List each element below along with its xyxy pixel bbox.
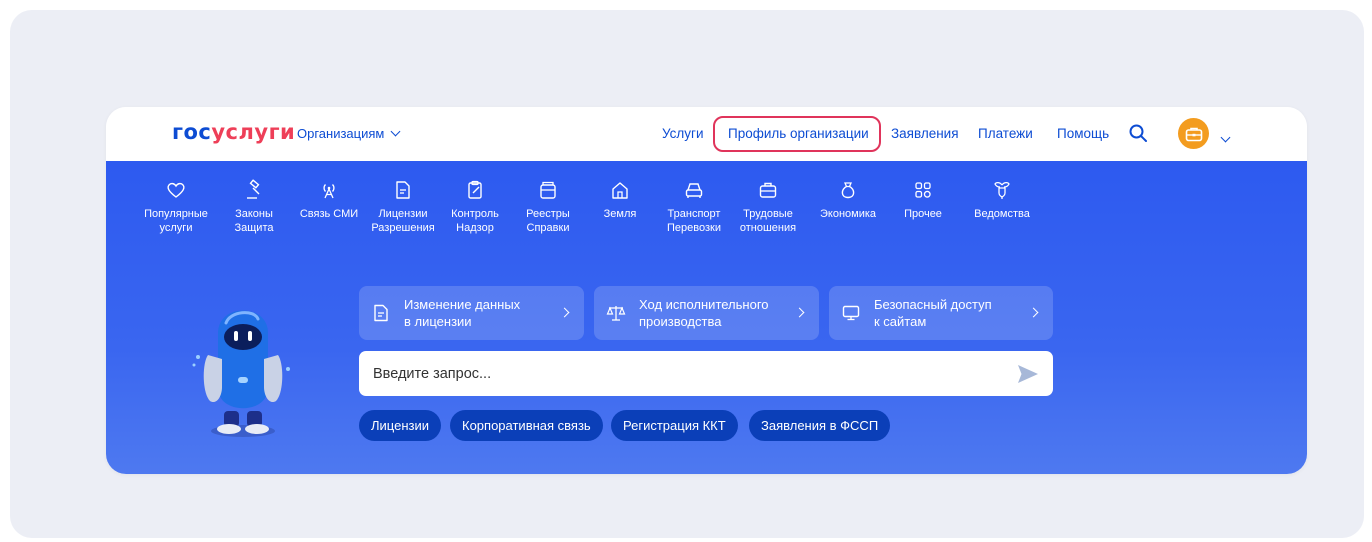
chip-corporate-communication[interactable]: Корпоративная связь <box>450 410 603 441</box>
nav-applications[interactable]: Заявления <box>891 126 959 141</box>
money-bag-icon <box>841 182 855 199</box>
chip-fssp-applications[interactable]: Заявления в ФССП <box>749 410 891 441</box>
category-labor[interactable]: Трудовые отношения <box>723 179 813 235</box>
monitor-icon <box>842 305 860 321</box>
scales-icon <box>606 306 626 321</box>
antenna-icon <box>323 184 335 199</box>
page-background: госуслуги Организациям Услуги Профиль ор… <box>10 10 1364 538</box>
registry-icon <box>540 181 556 199</box>
chip-kkt-registration[interactable]: Регистрация ККТ <box>611 410 738 441</box>
category-agencies[interactable]: Ведомства <box>957 179 1047 221</box>
chevron-right-icon <box>794 307 805 318</box>
clipboard-icon <box>468 180 482 199</box>
quick-link-line: в лицензии <box>404 314 472 329</box>
category-label: отношения <box>739 222 797 234</box>
quick-link-text: Изменение данных в лицензии <box>404 296 520 330</box>
category-label: услуги <box>159 222 193 234</box>
eagle-icon <box>994 181 1010 199</box>
grid-icon <box>915 182 931 198</box>
category-label: Прочее <box>904 208 942 220</box>
robot-mascot-icon <box>192 310 290 437</box>
chevron-down-icon <box>390 126 401 137</box>
services-banner: Популярные услуги Законы Защита Связь СМ… <box>106 161 1307 474</box>
nav-help[interactable]: Помощь <box>1057 126 1109 141</box>
organizations-menu-label: Организациям <box>297 126 385 141</box>
account-menu-toggle[interactable] <box>1219 128 1231 146</box>
car-icon <box>685 183 703 198</box>
search-bar <box>359 351 1053 396</box>
briefcase-icon <box>759 182 777 198</box>
nav-organization-profile[interactable]: Профиль организации <box>728 126 869 141</box>
quick-link-line: Изменение данных <box>404 297 521 312</box>
heart-icon <box>167 182 185 198</box>
send-icon[interactable] <box>1017 364 1039 384</box>
quick-link-enforcement[interactable]: Ход исполнительного производства <box>594 286 819 340</box>
quick-link-line: Безопасный доступ <box>874 297 992 312</box>
organizations-menu[interactable]: Организациям <box>297 126 401 141</box>
house-icon <box>612 182 628 199</box>
gavel-icon <box>247 179 260 199</box>
briefcase-icon <box>1185 127 1202 141</box>
document-icon <box>396 181 410 199</box>
search-icon[interactable] <box>1128 123 1148 143</box>
quick-link-line: Ход исполнительного <box>639 297 769 312</box>
quick-link-line: производства <box>639 314 722 329</box>
gosuslugi-card: госуслуги Организациям Услуги Профиль ор… <box>106 107 1307 474</box>
nav-payments[interactable]: Платежи <box>978 126 1033 141</box>
search-input[interactable] <box>373 351 993 396</box>
category-other[interactable]: Прочее <box>878 179 968 221</box>
category-label: Справки <box>526 222 570 234</box>
logo-part-uslugi: услуги <box>211 120 296 144</box>
site-header: госуслуги Организациям Услуги Профиль ор… <box>106 107 1307 161</box>
logo[interactable]: госуслуги <box>172 120 295 144</box>
quick-link-text: Ход исполнительного производства <box>639 296 769 330</box>
nav-services[interactable]: Услуги <box>662 126 704 141</box>
quick-link-license-change[interactable]: Изменение данных в лицензии <box>359 286 584 340</box>
category-label: Популярные <box>144 208 208 220</box>
avatar[interactable] <box>1178 118 1209 149</box>
chip-licenses[interactable]: Лицензии <box>359 410 441 441</box>
document-icon <box>374 304 388 322</box>
category-label: Трудовые <box>743 208 793 220</box>
quick-link-line: к сайтам <box>874 314 927 329</box>
chevron-down-icon <box>1220 132 1231 143</box>
chevron-right-icon <box>559 307 570 318</box>
category-label: Защита <box>234 222 274 234</box>
category-label: Ведомства <box>974 208 1030 220</box>
logo-part-gos: гос <box>172 120 212 144</box>
category-popular[interactable]: Популярные услуги <box>131 179 221 235</box>
quick-link-text: Безопасный доступ к сайтам <box>874 296 992 330</box>
quick-link-safe-access[interactable]: Безопасный доступ к сайтам <box>829 286 1053 340</box>
chevron-right-icon <box>1028 307 1039 318</box>
